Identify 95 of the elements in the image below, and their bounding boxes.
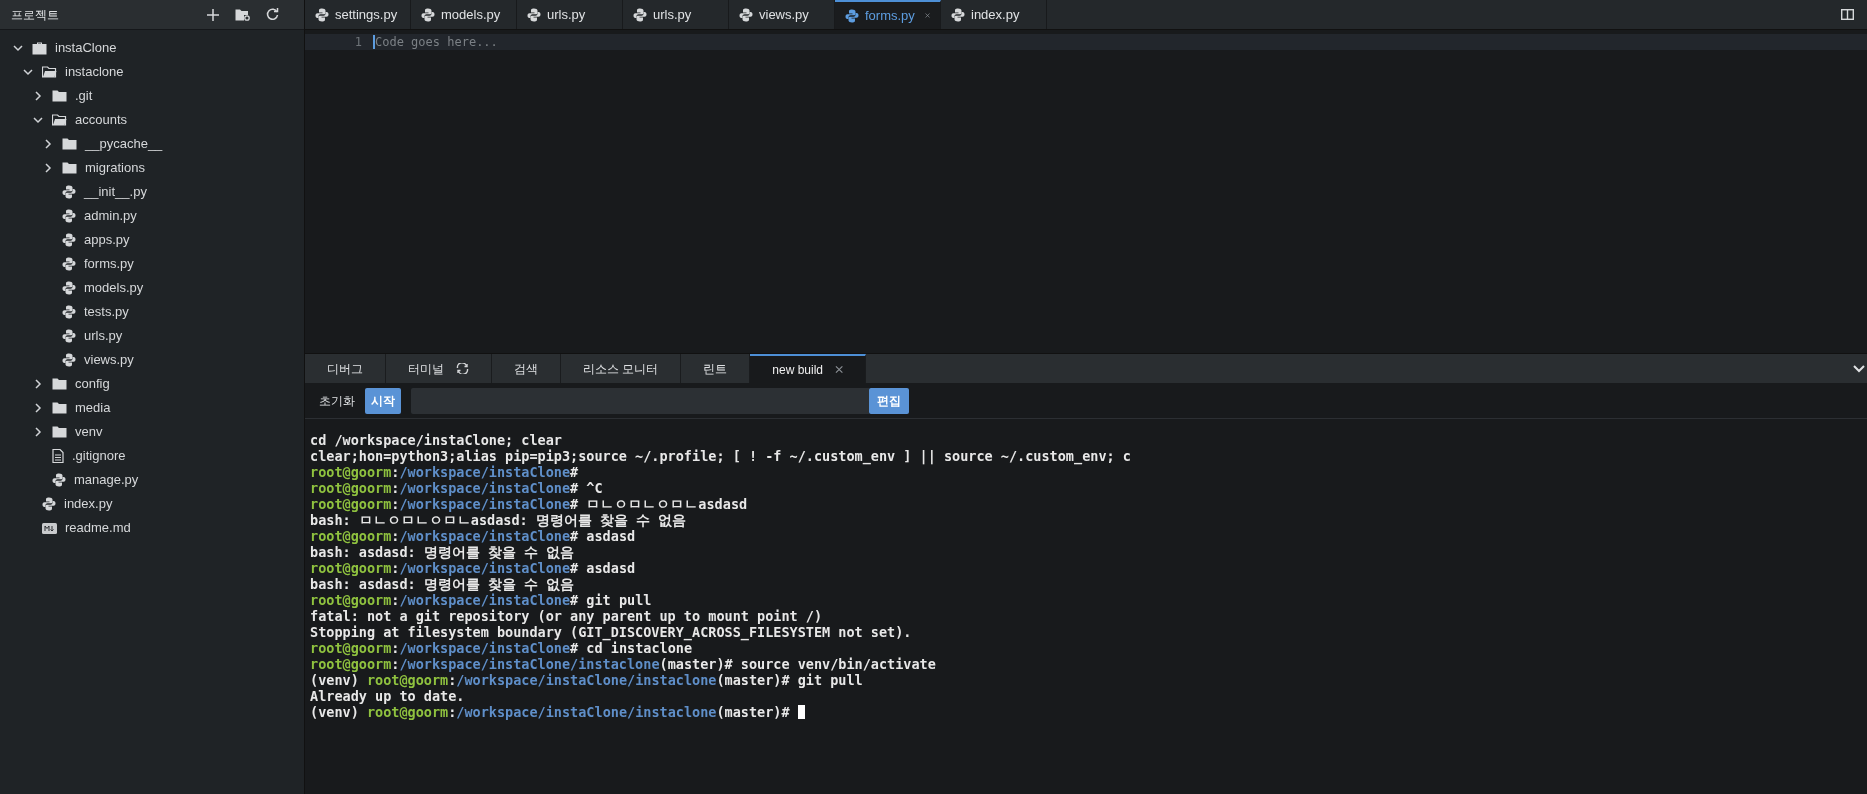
terminal-line: bash: ㅁㄴㅇㅁㄴㅇㅁㄴasdasd: 명령어를 찾을 수 없음 (310, 512, 688, 528)
terminal-line: root@goorm:/workspace/instaClone# ㅁㄴㅇㅁㄴㅇㅁㄴasdasd (310, 496, 749, 512)
editor-tab[interactable]: models.py (411, 0, 517, 29)
split-view-icon[interactable] (1841, 9, 1854, 20)
terminal-line: Already up to date. (310, 688, 466, 704)
python-icon (421, 7, 435, 22)
file-tree-item[interactable]: .gitignore (0, 444, 304, 468)
chevron-right-icon[interactable] (33, 379, 43, 389)
open-folder-icon (42, 66, 57, 78)
editor-tab[interactable]: forms.py (835, 0, 941, 29)
chevron-right-icon[interactable] (33, 427, 43, 437)
file-tree-item[interactable]: forms.py (0, 252, 304, 276)
terminal-line: clear;hon=python3;alias pip=pip3;source ~/.profile; [ ! -f ~/.custom_env ] || source ~/.custom_env; c (310, 448, 1132, 464)
chevron-right-icon[interactable] (43, 139, 53, 149)
close-icon[interactable] (835, 365, 844, 374)
file-tree-item[interactable]: models.py (0, 276, 304, 300)
python-icon (739, 7, 753, 22)
terminal-line: fatal: not a git repository (or any parent up to mount point /) (310, 608, 824, 624)
python-icon (62, 257, 76, 271)
python-icon (62, 281, 76, 295)
file-tree-item[interactable]: instaClone (0, 36, 304, 60)
file-tree-item[interactable]: __pycache__ (0, 132, 304, 156)
python-icon (52, 473, 66, 487)
line-number: 1 (353, 34, 362, 51)
open-folder-icon (52, 114, 67, 126)
folder-settings-icon[interactable] (235, 8, 250, 21)
folder-icon (52, 378, 67, 390)
sidebar-title: 프로젝트 (11, 6, 59, 24)
terminal-line: root@goorm:/workspace/instaClone# asdasd (310, 528, 637, 544)
folder-icon (52, 426, 67, 438)
folder-icon (52, 90, 67, 102)
file-tree-item[interactable]: admin.py (0, 204, 304, 228)
python-icon (62, 185, 76, 199)
plus-icon[interactable] (207, 8, 219, 21)
reset-label[interactable]: 초기화 (319, 391, 355, 410)
sync-icon[interactable] (456, 363, 469, 374)
folder-icon (52, 402, 67, 414)
terminal-line: cd /workspace/instaClone; clear (310, 432, 563, 448)
file-tree-item[interactable]: config (0, 372, 304, 396)
terminal-line: (venv) root@goorm:/workspace/instaClone/instaclone(master)# (310, 704, 1862, 720)
terminal-line: bash: asdasd: 명령어를 찾을 수 없음 (310, 544, 576, 560)
python-icon (62, 209, 76, 223)
file-tree-item[interactable]: readme.md (0, 516, 304, 540)
editor-tab[interactable]: urls.py (517, 0, 623, 29)
python-icon (633, 7, 647, 22)
build-command-field[interactable] (411, 387, 869, 414)
terminal-line: root@goorm:/workspace/instaClone# git pull (310, 592, 653, 608)
chevron-down-icon[interactable] (23, 67, 33, 77)
editor-tab[interactable]: urls.py (623, 0, 729, 29)
file-tree-item[interactable]: views.py (0, 348, 304, 372)
file-tree-item[interactable]: apps.py (0, 228, 304, 252)
terminal-line: root@goorm:/workspace/instaClone# cd instaclone (310, 640, 693, 656)
terminal-line: root@goorm:/workspace/instaClone# (310, 464, 580, 480)
terminal-line: root@goorm:/workspace/instaClone/instaclone(master)# source venv/bin/activate (310, 656, 937, 672)
file-tree-item[interactable]: venv (0, 420, 304, 444)
chevron-right-icon[interactable] (33, 403, 43, 413)
python-icon (951, 7, 965, 22)
close-icon[interactable] (924, 11, 930, 20)
folder-icon (62, 138, 77, 150)
panel-tab[interactable]: new build (750, 354, 867, 383)
python-icon (62, 353, 76, 367)
terminal-line: bash: asdasd: 명령어를 찾을 수 없음 (310, 576, 576, 592)
refresh-icon[interactable] (266, 8, 279, 21)
chevron-right-icon[interactable] (33, 91, 43, 101)
terminal-line: root@goorm:/workspace/instaClone# asdasd (310, 560, 637, 576)
editor-tab[interactable]: index.py (941, 0, 1047, 29)
python-icon (62, 329, 76, 343)
chevron-right-icon[interactable] (43, 163, 53, 173)
folder-icon (62, 162, 77, 174)
file-tree-item[interactable]: manage.py (0, 468, 304, 492)
chevron-down-icon[interactable] (1853, 364, 1865, 373)
terminal-line: Stopping at filesystem boundary (GIT_DISCOVERY_ACROSS_FILESYSTEM not set). (310, 624, 913, 640)
terminal-line: root@goorm:/workspace/instaClone# ^C (310, 480, 604, 496)
chevron-down-icon[interactable] (13, 43, 23, 53)
file-tree-item[interactable]: .git (0, 84, 304, 108)
editor-tab[interactable]: settings.py (305, 0, 411, 29)
file-tree-item[interactable]: accounts (0, 108, 304, 132)
file-tree-item[interactable]: media (0, 396, 304, 420)
file-tree-item[interactable]: urls.py (0, 324, 304, 348)
file-tree-item[interactable]: instaclone (0, 60, 304, 84)
chevron-down-icon[interactable] (33, 115, 43, 125)
python-icon (527, 7, 541, 22)
python-icon (62, 233, 76, 247)
briefcase-icon (32, 41, 47, 55)
file-tree-item[interactable]: migrations (0, 156, 304, 180)
file-tree-item[interactable]: __init__.py (0, 180, 304, 204)
file-tree-item[interactable]: tests.py (0, 300, 304, 324)
python-icon (315, 7, 329, 22)
file-tree-item[interactable]: index.py (0, 492, 304, 516)
document-icon (52, 449, 64, 463)
terminal-line: (venv) root@goorm:/workspace/instaClone/instaclone(master)# git pull (310, 672, 864, 688)
markdown-file-icon (42, 522, 57, 534)
python-icon (62, 305, 76, 319)
python-icon (845, 8, 859, 23)
python-icon (42, 497, 56, 511)
